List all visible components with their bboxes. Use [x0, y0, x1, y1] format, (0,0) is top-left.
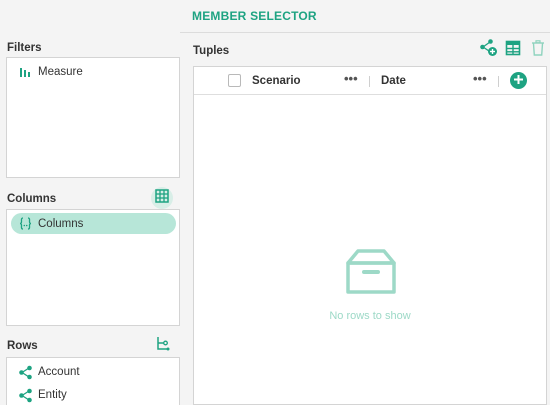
columns-dropzone[interactable]: Columns [6, 209, 180, 326]
column-item-label: Columns [38, 217, 84, 230]
member-selector-app: MEMBER SELECTOR Filters Measure Columns [0, 0, 550, 405]
row-item-account[interactable]: Account [17, 362, 80, 382]
header-bar: MEMBER SELECTOR [180, 0, 550, 33]
grid-table-icon [155, 188, 169, 208]
grid-header: Scenario ••• Date ••• [194, 67, 546, 95]
row-item-label: Entity [38, 389, 67, 401]
add-column-button[interactable] [510, 72, 527, 89]
rows-dropzone[interactable]: Account Entity [6, 357, 180, 405]
column-separator [498, 76, 499, 87]
table-list-button[interactable] [503, 40, 523, 60]
tuples-grid: Scenario ••• Date ••• No rows to show [193, 66, 547, 405]
measure-bars-icon [17, 64, 33, 80]
archive-box-icon [342, 247, 400, 295]
filter-item-label: Measure [38, 66, 83, 78]
curly-braces-icon [17, 216, 33, 232]
tuples-label: Tuples [193, 45, 230, 57]
page-title: MEMBER SELECTOR [192, 9, 317, 23]
table-list-icon [505, 40, 521, 61]
column-item-columns[interactable]: Columns [11, 213, 176, 234]
empty-state-text: No rows to show [329, 310, 411, 322]
rows-label: Rows [7, 340, 38, 352]
share-node-icon [17, 364, 33, 380]
columns-grid-button[interactable] [151, 187, 173, 209]
column-header-scenario[interactable]: Scenario [252, 75, 301, 87]
filters-dropzone[interactable]: Measure [6, 57, 180, 178]
filters-label: Filters [7, 42, 42, 54]
left-panel: Filters Measure Columns Columns Rows Acc… [0, 0, 188, 405]
plus-icon [513, 72, 524, 90]
column-separator [369, 76, 370, 87]
trash-icon [531, 39, 545, 61]
rows-hierarchy-button[interactable] [153, 337, 171, 355]
column-menu-scenario[interactable]: ••• [344, 71, 358, 86]
columns-label: Columns [7, 193, 57, 205]
row-item-label: Account [38, 366, 80, 378]
add-node-icon [479, 38, 498, 62]
delete-button[interactable] [528, 39, 548, 61]
hierarchy-icon [155, 336, 170, 356]
select-all-checkbox[interactable] [228, 74, 241, 87]
add-node-button[interactable] [478, 38, 498, 62]
filter-item-measure[interactable]: Measure [17, 62, 83, 82]
row-item-entity[interactable]: Entity [17, 385, 67, 405]
column-menu-date[interactable]: ••• [473, 71, 487, 86]
column-header-date[interactable]: Date [381, 75, 406, 87]
share-node-icon [17, 387, 33, 403]
